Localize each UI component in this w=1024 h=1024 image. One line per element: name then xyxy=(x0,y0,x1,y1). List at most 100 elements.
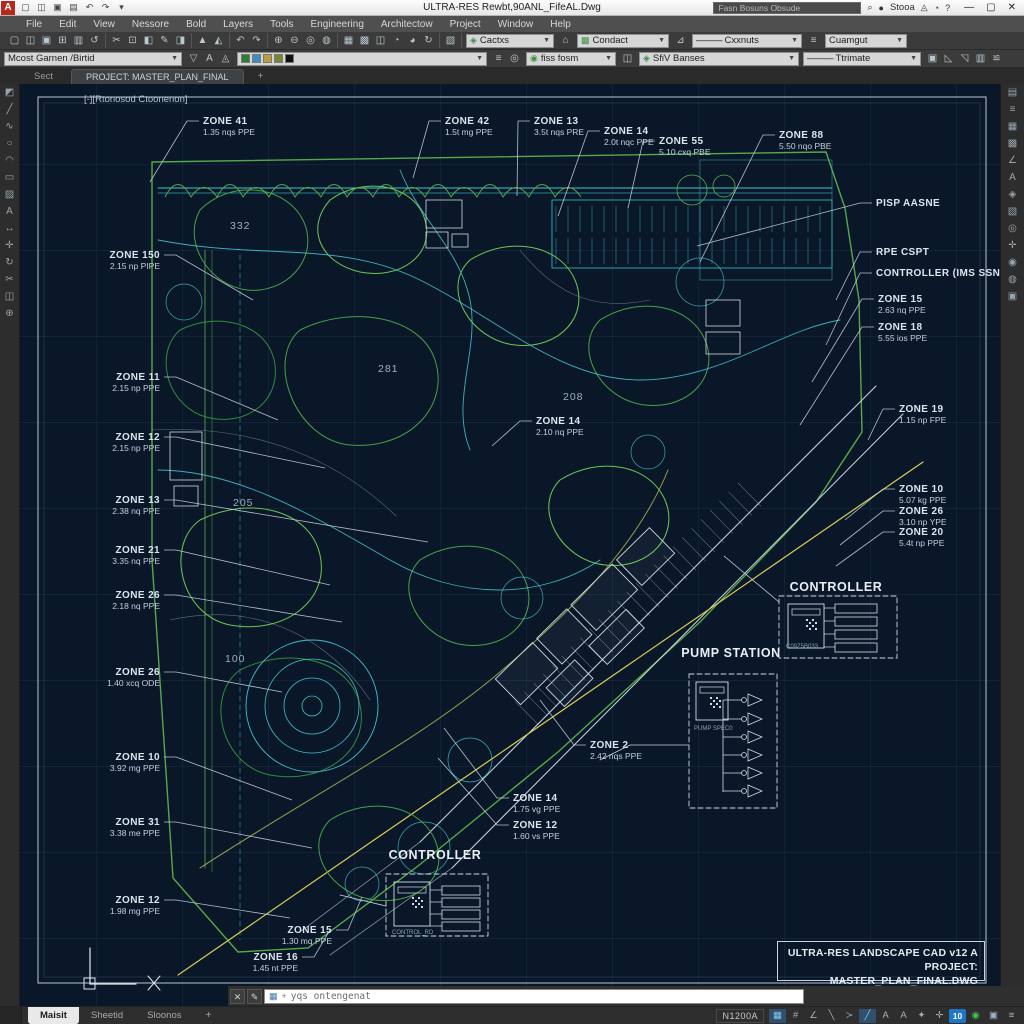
quick-access-icon[interactable]: ◫ xyxy=(35,2,48,13)
linetype2-dropdown[interactable]: ——— Ttrimate▼ xyxy=(803,52,921,66)
menu-project[interactable]: Project xyxy=(450,19,481,30)
cuamgut-dropdown[interactable]: Cuamgut▼ xyxy=(825,34,907,48)
toolbar-icon[interactable]: ↷ xyxy=(249,33,264,48)
dimension-icon[interactable]: ↔ xyxy=(0,220,19,237)
rectangle-icon[interactable]: ▭ xyxy=(0,169,19,186)
workspace-toggle[interactable]: ✦ xyxy=(913,1009,930,1023)
toolbar-icon[interactable]: ◫ xyxy=(23,33,38,48)
layout-tab-sloonos[interactable]: Sloonos xyxy=(135,1007,193,1024)
toolbar-icon[interactable]: ▦ xyxy=(341,33,356,48)
menu-view[interactable]: View xyxy=(93,19,115,30)
toolbar-icon[interactable]: ▣ xyxy=(925,51,940,66)
zoom-icon[interactable]: ⊕ xyxy=(0,305,19,322)
tab-drawing-active[interactable]: PROJECT: MASTER_PLAN_FINAL xyxy=(71,69,244,84)
blocks-panel-icon[interactable]: ▦ xyxy=(1001,118,1024,135)
layout-tab-sheetid[interactable]: Sheetid xyxy=(79,1007,135,1024)
toolbar-icon[interactable]: ▥ xyxy=(973,51,988,66)
toolbar-icon[interactable]: ◺ xyxy=(941,51,956,66)
help-icon[interactable]: ? xyxy=(945,3,950,13)
polyline-icon[interactable]: ∿ xyxy=(0,118,19,135)
constraints-icon[interactable]: ◈ xyxy=(1001,186,1024,203)
select-icon[interactable]: ◩ xyxy=(0,84,19,101)
autoscale-toggle[interactable]: A xyxy=(895,1009,912,1023)
menu-bold[interactable]: Bold xyxy=(186,19,206,30)
quick-access-icon[interactable]: ▾ xyxy=(115,2,128,13)
minimize-button[interactable]: — xyxy=(964,2,974,13)
crosshair-toggle[interactable]: ✛ xyxy=(931,1009,948,1023)
customization-menu[interactable]: ≡ xyxy=(1003,1009,1020,1023)
toolbar-icon[interactable]: ◎ xyxy=(507,51,522,66)
new-layout-button[interactable]: + xyxy=(194,1007,224,1024)
full-nav-icon[interactable]: ◍ xyxy=(1001,271,1024,288)
cloud-icon[interactable]: ◔ xyxy=(934,3,939,13)
menu-file[interactable]: File xyxy=(26,19,42,30)
command-tool-button[interactable]: ✕ xyxy=(230,989,245,1004)
toolbar-icon[interactable]: ▲ xyxy=(195,33,210,48)
toolbar-icon[interactable]: ⊞ xyxy=(55,33,70,48)
toolbar-icon[interactable]: ↶ xyxy=(233,33,248,48)
pan-icon[interactable]: ✛ xyxy=(1001,237,1024,254)
coordinates-readout[interactable]: N1200A xyxy=(716,1009,764,1023)
clean-screen-toggle[interactable]: ▣ xyxy=(985,1009,1002,1023)
annotation-visibility-toggle[interactable]: A xyxy=(877,1009,894,1023)
text-icon[interactable]: A xyxy=(0,203,19,220)
toolbar-icon[interactable]: ⊖ xyxy=(287,33,302,48)
toolbar-icon[interactable]: ⊡ xyxy=(125,33,140,48)
annotate-icon[interactable]: A xyxy=(1001,169,1024,186)
toolbar-icon[interactable]: ✂ xyxy=(109,33,124,48)
match-icon[interactable]: ⊿ xyxy=(673,33,688,48)
new-tab-button[interactable]: + xyxy=(258,71,264,84)
toolbar-icon[interactable]: ≡ xyxy=(491,51,506,66)
erase-icon[interactable]: ◫ xyxy=(0,288,19,305)
color-chip[interactable] xyxy=(252,54,261,63)
layers-panel-icon[interactable]: ≡ xyxy=(1001,101,1024,118)
menu-help[interactable]: Help xyxy=(550,19,571,30)
tab-start[interactable]: Sect xyxy=(0,71,71,84)
color-chip[interactable] xyxy=(263,54,272,63)
search-icon[interactable]: ⌕ xyxy=(867,2,872,13)
command-tool-button[interactable]: ✎ xyxy=(247,989,262,1004)
hardware-accel-toggle[interactable]: ◉ xyxy=(967,1009,984,1023)
menu-tools[interactable]: Tools xyxy=(270,19,293,30)
color-chip[interactable] xyxy=(274,54,283,63)
quick-access-icon[interactable]: ↶ xyxy=(83,2,96,13)
navigate-icon[interactable]: ◉ xyxy=(1001,254,1024,271)
quick-access-icon[interactable]: ▣ xyxy=(51,2,64,13)
toolbar-icon[interactable]: A xyxy=(202,51,217,66)
filter-icon[interactable]: ◫ xyxy=(620,51,635,66)
toolbar-icon[interactable]: ⊕ xyxy=(271,33,286,48)
toolbar-icon[interactable]: ◕ xyxy=(405,33,420,48)
toolbar-icon[interactable]: ◭ xyxy=(211,33,226,48)
sheet-set-icon[interactable]: ▧ xyxy=(1001,203,1024,220)
command-input[interactable]: ▦ + yqs ontengenat xyxy=(264,989,804,1004)
toolbar-icon[interactable]: ▣ xyxy=(39,33,54,48)
drawing-viewport[interactable]: [-][Rtonosod Ctoonenon] ZONE 411.35 nqs … xyxy=(20,84,1000,1006)
style-dropdown[interactable]: ◉ fiss fosm▼ xyxy=(526,52,616,66)
toolbar-icon[interactable]: ◫ xyxy=(373,33,388,48)
grid-toggle[interactable]: ▦ xyxy=(769,1009,786,1023)
tool-panel-icon[interactable]: ▣ xyxy=(1001,288,1024,305)
layout-tab-maisit[interactable]: Maisit xyxy=(28,1007,79,1024)
polar-toggle[interactable]: ∠ xyxy=(805,1009,822,1023)
arc-icon[interactable]: ◠ xyxy=(0,152,19,169)
line-icon[interactable]: ╱ xyxy=(0,101,19,118)
toolbar-icon[interactable]: ◔ xyxy=(389,33,404,48)
isodraft-toggle[interactable]: ≻ xyxy=(841,1009,858,1023)
restore-button[interactable]: ▢ xyxy=(986,2,995,13)
sign-in-label[interactable]: Stooa xyxy=(890,2,915,13)
shiv-dropdown[interactable]: ◈ SfiV Banses▼ xyxy=(639,52,799,66)
app-logo[interactable]: A xyxy=(1,1,15,15)
ortho-toggle[interactable]: ╱ xyxy=(859,1009,876,1023)
annotation-scale-badge[interactable]: 10 xyxy=(949,1009,966,1023)
measure-icon[interactable]: ∠ xyxy=(1001,152,1024,169)
toolbar-icon[interactable]: ✎ xyxy=(157,33,172,48)
toolbar-icon[interactable]: ◍ xyxy=(319,33,334,48)
viewport-label[interactable]: [-][Rtonosod Ctoonenon] xyxy=(84,94,188,105)
cactxs-dropdown[interactable]: ◈ Cactxs▼ xyxy=(466,34,554,48)
color-chip[interactable] xyxy=(285,54,294,63)
properties-panel-icon[interactable]: ▤ xyxy=(1001,84,1024,101)
quick-access-icon[interactable]: ▤ xyxy=(67,2,80,13)
toolbar-icon[interactable]: ◬ xyxy=(218,51,233,66)
lineweight-icon[interactable]: ≡ xyxy=(806,33,821,48)
circle-icon[interactable]: ○ xyxy=(0,135,19,152)
